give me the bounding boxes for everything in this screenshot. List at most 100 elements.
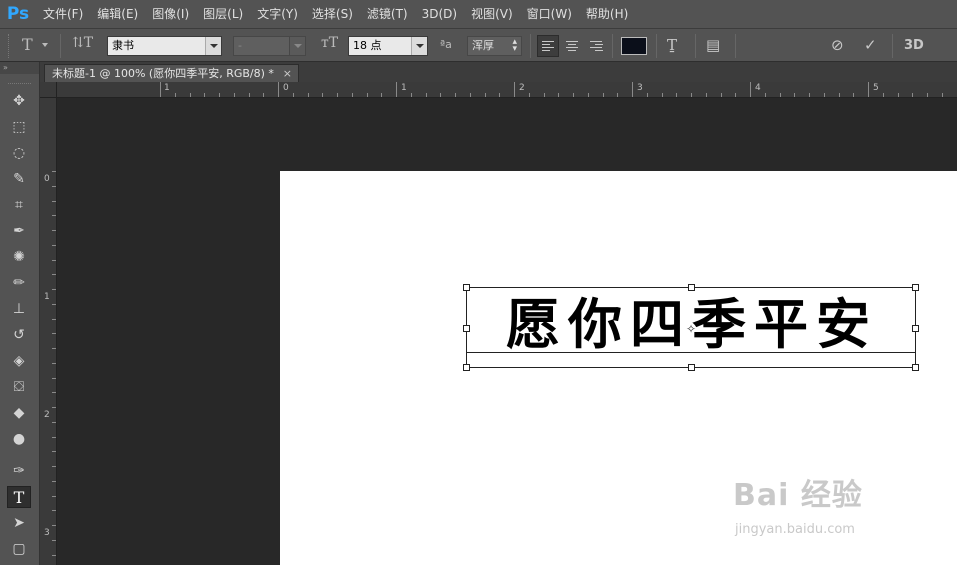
font-size-select[interactable]: 18 点	[348, 36, 428, 56]
menu-file[interactable]: 文件(F)	[36, 0, 90, 28]
crop-icon[interactable]: ⌗	[7, 194, 31, 216]
ruler-tick	[52, 171, 56, 172]
healing-icon[interactable]: ✺	[7, 246, 31, 268]
align-center-button[interactable]	[561, 35, 583, 57]
lasso-icon[interactable]: ◌	[7, 142, 31, 164]
menu-view[interactable]: 视图(V)	[464, 0, 520, 28]
type-tool-preset-icon[interactable]: T	[22, 35, 33, 54]
move-icon[interactable]: ✥	[7, 90, 31, 112]
commit-checkmark-icon[interactable]: ✓	[864, 36, 877, 54]
3d-extrusion-icon[interactable]: 3D	[904, 38, 924, 53]
ruler-tick	[52, 466, 56, 467]
eraser-icon[interactable]: ◈	[7, 350, 31, 372]
ruler-tick	[52, 407, 56, 408]
history-brush-icon[interactable]: ↺	[7, 324, 31, 346]
ruler-label: 3	[44, 528, 50, 538]
ruler-tick	[779, 93, 781, 97]
tools-collapse-icon[interactable]: »	[0, 62, 39, 74]
menu-image[interactable]: 图像(I)	[145, 0, 196, 28]
text-orientation-icon[interactable]: ⇅T	[72, 35, 93, 51]
tools-grip[interactable]	[8, 76, 31, 84]
dodge-icon[interactable]: ●	[7, 428, 31, 450]
options-grip[interactable]	[8, 34, 12, 58]
preset-chevron-icon[interactable]	[42, 43, 48, 47]
antialias-value: 浑厚	[472, 39, 494, 52]
ruler-tick	[52, 362, 56, 364]
transform-handle-mr[interactable]	[912, 325, 919, 332]
menu-filter[interactable]: 滤镜(T)	[360, 0, 415, 28]
ruler-tick	[52, 200, 56, 202]
ruler-tick	[720, 93, 722, 97]
ruler-label: 3	[637, 83, 643, 93]
warp-text-icon[interactable]: Ṯ	[667, 36, 677, 54]
horizontal-ruler[interactable]: 1 0 1 2 3 4 5	[57, 82, 957, 98]
align-left-button[interactable]	[537, 35, 559, 57]
menu-3d[interactable]: 3D(D)	[415, 0, 464, 28]
ruler-label: 2	[519, 83, 525, 93]
type-icon[interactable]: T	[7, 486, 31, 508]
font-size-value: 18 点	[353, 39, 382, 52]
transform-handle-tc[interactable]	[688, 284, 695, 291]
blur-icon[interactable]: ◆	[7, 402, 31, 424]
menu-type[interactable]: 文字(Y)	[250, 0, 305, 28]
stepper-icon: ▴ ▾	[512, 37, 517, 54]
transform-handle-tr[interactable]	[912, 284, 919, 291]
menu-edit[interactable]: 编辑(E)	[90, 0, 145, 28]
ruler-tick	[52, 230, 56, 231]
text-color-swatch[interactable]	[621, 37, 647, 55]
ruler-label: 0	[283, 83, 289, 93]
transform-handle-bc[interactable]	[688, 364, 695, 371]
cancel-icon[interactable]: ⊘	[831, 36, 844, 54]
transform-handle-ml[interactable]	[463, 325, 470, 332]
menu-window[interactable]: 窗口(W)	[520, 0, 579, 28]
menu-help[interactable]: 帮助(H)	[579, 0, 635, 28]
marquee-icon[interactable]: ⬚	[7, 116, 31, 138]
ruler-tick	[676, 93, 678, 97]
ruler-tick	[52, 554, 56, 556]
menu-select[interactable]: 选择(S)	[305, 0, 360, 28]
document-tab[interactable]: 未标题-1 @ 100% (愿你四季平安, RGB/8) * ×	[44, 64, 299, 82]
ruler-tick	[941, 93, 943, 97]
ruler-tick	[52, 392, 56, 394]
pen-icon[interactable]: ✑	[7, 460, 31, 482]
ruler-label: 2	[44, 410, 50, 420]
ruler-label: 5	[873, 83, 879, 93]
ruler-tick	[52, 348, 56, 349]
ruler-tick	[396, 82, 397, 97]
ruler-label: 1	[401, 83, 407, 93]
ruler-tick	[337, 93, 338, 97]
ruler-tick	[52, 480, 56, 482]
ruler-tick	[307, 93, 309, 97]
ruler-tick	[794, 93, 796, 97]
ruler-tick	[292, 93, 294, 97]
font-family-value: 隶书	[112, 39, 134, 52]
font-family-select[interactable]: 隶书	[107, 36, 222, 56]
close-icon[interactable]: ×	[283, 65, 292, 82]
stamp-icon[interactable]: ⊥	[7, 298, 31, 320]
baidu-watermark: Bai 经验 jingyan.baidu.com	[733, 470, 863, 537]
transform-handle-tl[interactable]	[463, 284, 470, 291]
ruler-origin[interactable]	[40, 82, 57, 98]
font-style-value: -	[238, 39, 242, 52]
menu-layer[interactable]: 图层(L)	[196, 0, 250, 28]
brush-icon[interactable]: ✏	[7, 272, 31, 294]
quick-select-icon[interactable]: ✎	[7, 168, 31, 190]
ruler-tick	[514, 82, 515, 97]
transform-handle-br[interactable]	[912, 364, 919, 371]
align-right-button[interactable]	[585, 35, 607, 57]
transform-handle-bl[interactable]	[463, 364, 470, 371]
vertical-ruler[interactable]: 0 1 2 3	[40, 98, 57, 565]
separator	[656, 34, 657, 58]
ruler-tick	[573, 93, 574, 97]
font-style-select[interactable]: -	[233, 36, 306, 56]
ruler-tick	[764, 93, 766, 97]
ruler-label: 1	[164, 83, 170, 93]
reference-point-icon[interactable]: ✧	[686, 322, 696, 336]
path-select-icon[interactable]: ➤	[7, 512, 31, 534]
bucket-icon[interactable]: ⛋	[7, 376, 31, 398]
character-panel-icon[interactable]: ▤	[706, 36, 720, 54]
shape-icon[interactable]: ▢	[7, 538, 31, 560]
eyedropper-icon[interactable]: ✒	[7, 220, 31, 242]
antialias-select[interactable]: 浑厚 ▴ ▾	[467, 36, 522, 56]
chevron-down-icon	[411, 37, 427, 55]
